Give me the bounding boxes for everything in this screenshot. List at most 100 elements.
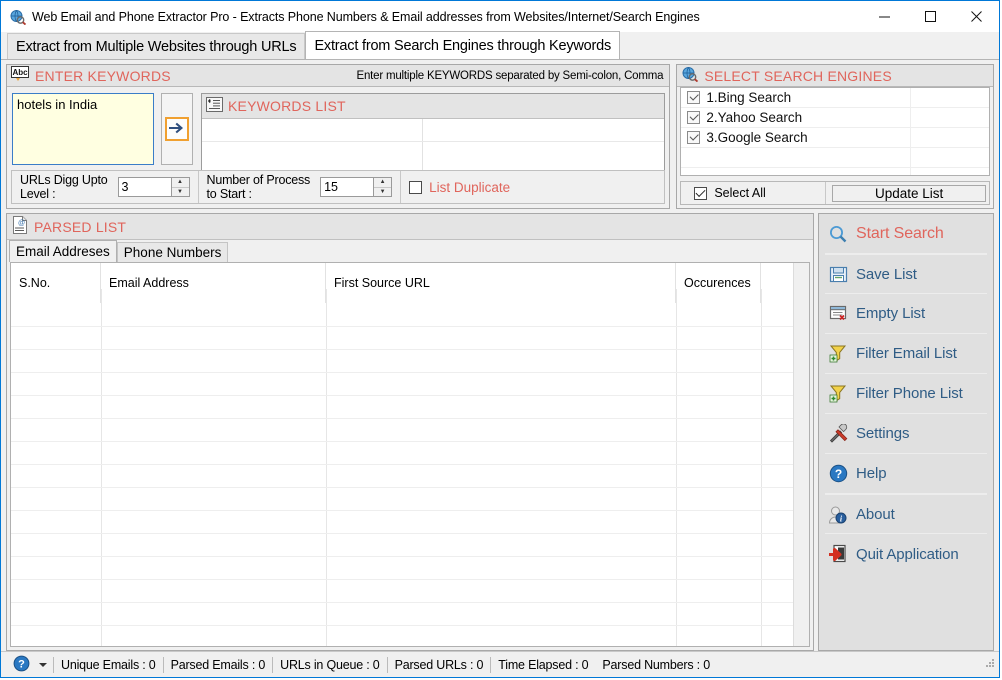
column-divider (910, 88, 912, 107)
parsed-list-grid[interactable]: S.No. Email Address First Source URL Occ… (11, 263, 793, 646)
table-row[interactable] (11, 602, 793, 626)
column-divider (910, 148, 912, 167)
search-engine-empty-row (681, 148, 989, 168)
table-row[interactable] (11, 579, 793, 603)
table-row[interactable] (11, 326, 793, 350)
main-content: Abc ENTER KEYWORDS Enter multiple KEYWOR… (1, 60, 999, 651)
list-duplicate-checkbox[interactable] (409, 180, 423, 194)
process-count-input[interactable] (321, 178, 374, 196)
help-button[interactable]: ? Help (825, 454, 987, 494)
status-urls-in-queue: URLs in Queue : 0 (272, 656, 386, 673)
digg-level-cell: URLs Digg Upto Level : ▲ ▼ (12, 171, 199, 203)
list-duplicate-cell[interactable]: List Duplicate (401, 171, 664, 203)
digg-level-spin-buttons: ▲ ▼ (170, 178, 189, 196)
search-engine-checkbox[interactable] (687, 91, 701, 104)
parsed-list-grid-wrap: S.No. Email Address First Source URL Occ… (10, 262, 810, 647)
parsed-list-header: @ PARSED LIST (7, 214, 813, 240)
empty-list-label: Empty List (856, 305, 926, 322)
table-row[interactable] (11, 464, 793, 488)
search-engines-list[interactable]: 1.Bing Search 2.Yahoo Search 3.Google Se… (680, 87, 990, 176)
select-all-checkbox[interactable] (694, 186, 708, 200)
empty-list-button[interactable]: Empty List (825, 294, 987, 334)
svg-text:?: ? (834, 467, 841, 481)
table-row[interactable] (11, 303, 793, 327)
search-engine-checkbox[interactable] (687, 111, 701, 124)
about-button[interactable]: i About (825, 494, 987, 534)
settings-button[interactable]: Settings (825, 414, 987, 454)
status-time-elapsed: Time Elapsed : 0 (490, 656, 595, 673)
table-row[interactable] (11, 556, 793, 580)
select-all-label: Select All (714, 186, 766, 200)
tab-email-addresses[interactable]: Email Addreses (9, 240, 117, 262)
tab-extract-from-urls[interactable]: Extract from Multiple Websites through U… (7, 33, 306, 59)
tab-phone-numbers[interactable]: Phone Numbers (116, 242, 229, 262)
parsed-list-vertical-scrollbar[interactable] (793, 263, 809, 646)
process-count-cell: Number of Process to Start : ▲ ▼ (199, 171, 402, 203)
parsed-list-grid-header: S.No. Email Address First Source URL Occ… (11, 263, 793, 303)
table-row[interactable] (11, 533, 793, 557)
quit-application-button[interactable]: Quit Application (825, 534, 987, 574)
search-engine-checkbox[interactable] (687, 131, 701, 144)
tab-extract-from-search-engines[interactable]: Extract from Search Engines through Keyw… (305, 31, 621, 59)
start-search-label: Start Search (856, 224, 944, 242)
funnel-add-icon (827, 343, 849, 365)
quit-application-label: Quit Application (856, 545, 959, 563)
exit-door-icon (827, 543, 849, 565)
status-help-button[interactable]: ? (1, 652, 53, 677)
enter-keywords-panel: Abc ENTER KEYWORDS Enter multiple KEYWOR… (6, 64, 671, 209)
add-keyword-button[interactable] (165, 117, 189, 141)
select-all-container[interactable]: Select All (681, 182, 827, 204)
digg-level-stepper[interactable]: ▲ ▼ (117, 177, 190, 197)
search-engine-row[interactable]: 3.Google Search (681, 128, 989, 148)
process-count-up-button[interactable]: ▲ (374, 178, 392, 188)
search-engines-title: SELECT SEARCH ENGINES (704, 67, 892, 84)
search-engine-label: 2.Yahoo Search (706, 110, 803, 125)
table-row[interactable] (11, 487, 793, 511)
process-count-down-button[interactable]: ▼ (374, 187, 392, 196)
filter-email-list-label: Filter Email List (856, 345, 957, 362)
table-row[interactable] (11, 441, 793, 465)
search-engine-row[interactable]: 2.Yahoo Search (681, 108, 989, 128)
keywords-list-header: KEYWORDS LIST (202, 94, 665, 119)
parsed-list-grid-body[interactable] (11, 289, 793, 646)
filter-phone-list-label: Filter Phone List (856, 385, 963, 402)
filter-phone-list-button[interactable]: Filter Phone List (825, 374, 987, 414)
process-count-label-line1: Number of Process (206, 173, 311, 187)
column-divider (910, 108, 912, 127)
table-row[interactable] (11, 349, 793, 373)
top-row: Abc ENTER KEYWORDS Enter multiple KEYWOR… (6, 64, 994, 209)
digg-level-up-button[interactable]: ▲ (171, 178, 189, 188)
close-button[interactable] (953, 1, 999, 32)
main-tabs: Extract from Multiple Websites through U… (1, 31, 999, 60)
chevron-down-icon[interactable] (39, 662, 47, 667)
settings-label: Settings (856, 425, 910, 442)
abc-spellcheck-icon: Abc (11, 66, 30, 85)
svg-text:?: ? (18, 658, 25, 670)
floppy-disk-icon (827, 263, 849, 285)
digg-level-input[interactable] (118, 178, 171, 196)
update-list-button[interactable]: Update List (832, 184, 986, 202)
arrow-right-icon (168, 121, 185, 138)
search-engine-row[interactable]: 1.Bing Search (681, 88, 989, 108)
minimize-button[interactable] (861, 1, 907, 32)
start-search-button[interactable]: Start Search (825, 214, 987, 254)
table-row[interactable] (11, 510, 793, 534)
filter-email-list-button[interactable]: Filter Email List (825, 334, 987, 374)
svg-text:Abc: Abc (12, 68, 28, 77)
hammer-wrench-icon (827, 423, 849, 445)
table-row[interactable] (11, 372, 793, 396)
status-parsed-urls: Parsed URLs : 0 (386, 656, 491, 673)
resize-grip[interactable] (984, 657, 996, 672)
bottom-row: @ PARSED LIST Email Addreses Phone Numbe… (6, 213, 994, 651)
save-list-button[interactable]: Save List (825, 254, 987, 294)
maximize-button[interactable] (907, 1, 953, 32)
table-row[interactable] (11, 418, 793, 442)
column-divider (910, 168, 912, 175)
table-row[interactable] (11, 395, 793, 419)
grid-row-divider (202, 141, 665, 142)
empty-list-icon (827, 303, 849, 325)
process-count-stepper[interactable]: ▲ ▼ (320, 177, 393, 197)
app-window: Web Email and Phone Extractor Pro - Extr… (0, 0, 1000, 678)
digg-level-down-button[interactable]: ▼ (171, 187, 189, 196)
keywords-input[interactable] (12, 93, 154, 165)
